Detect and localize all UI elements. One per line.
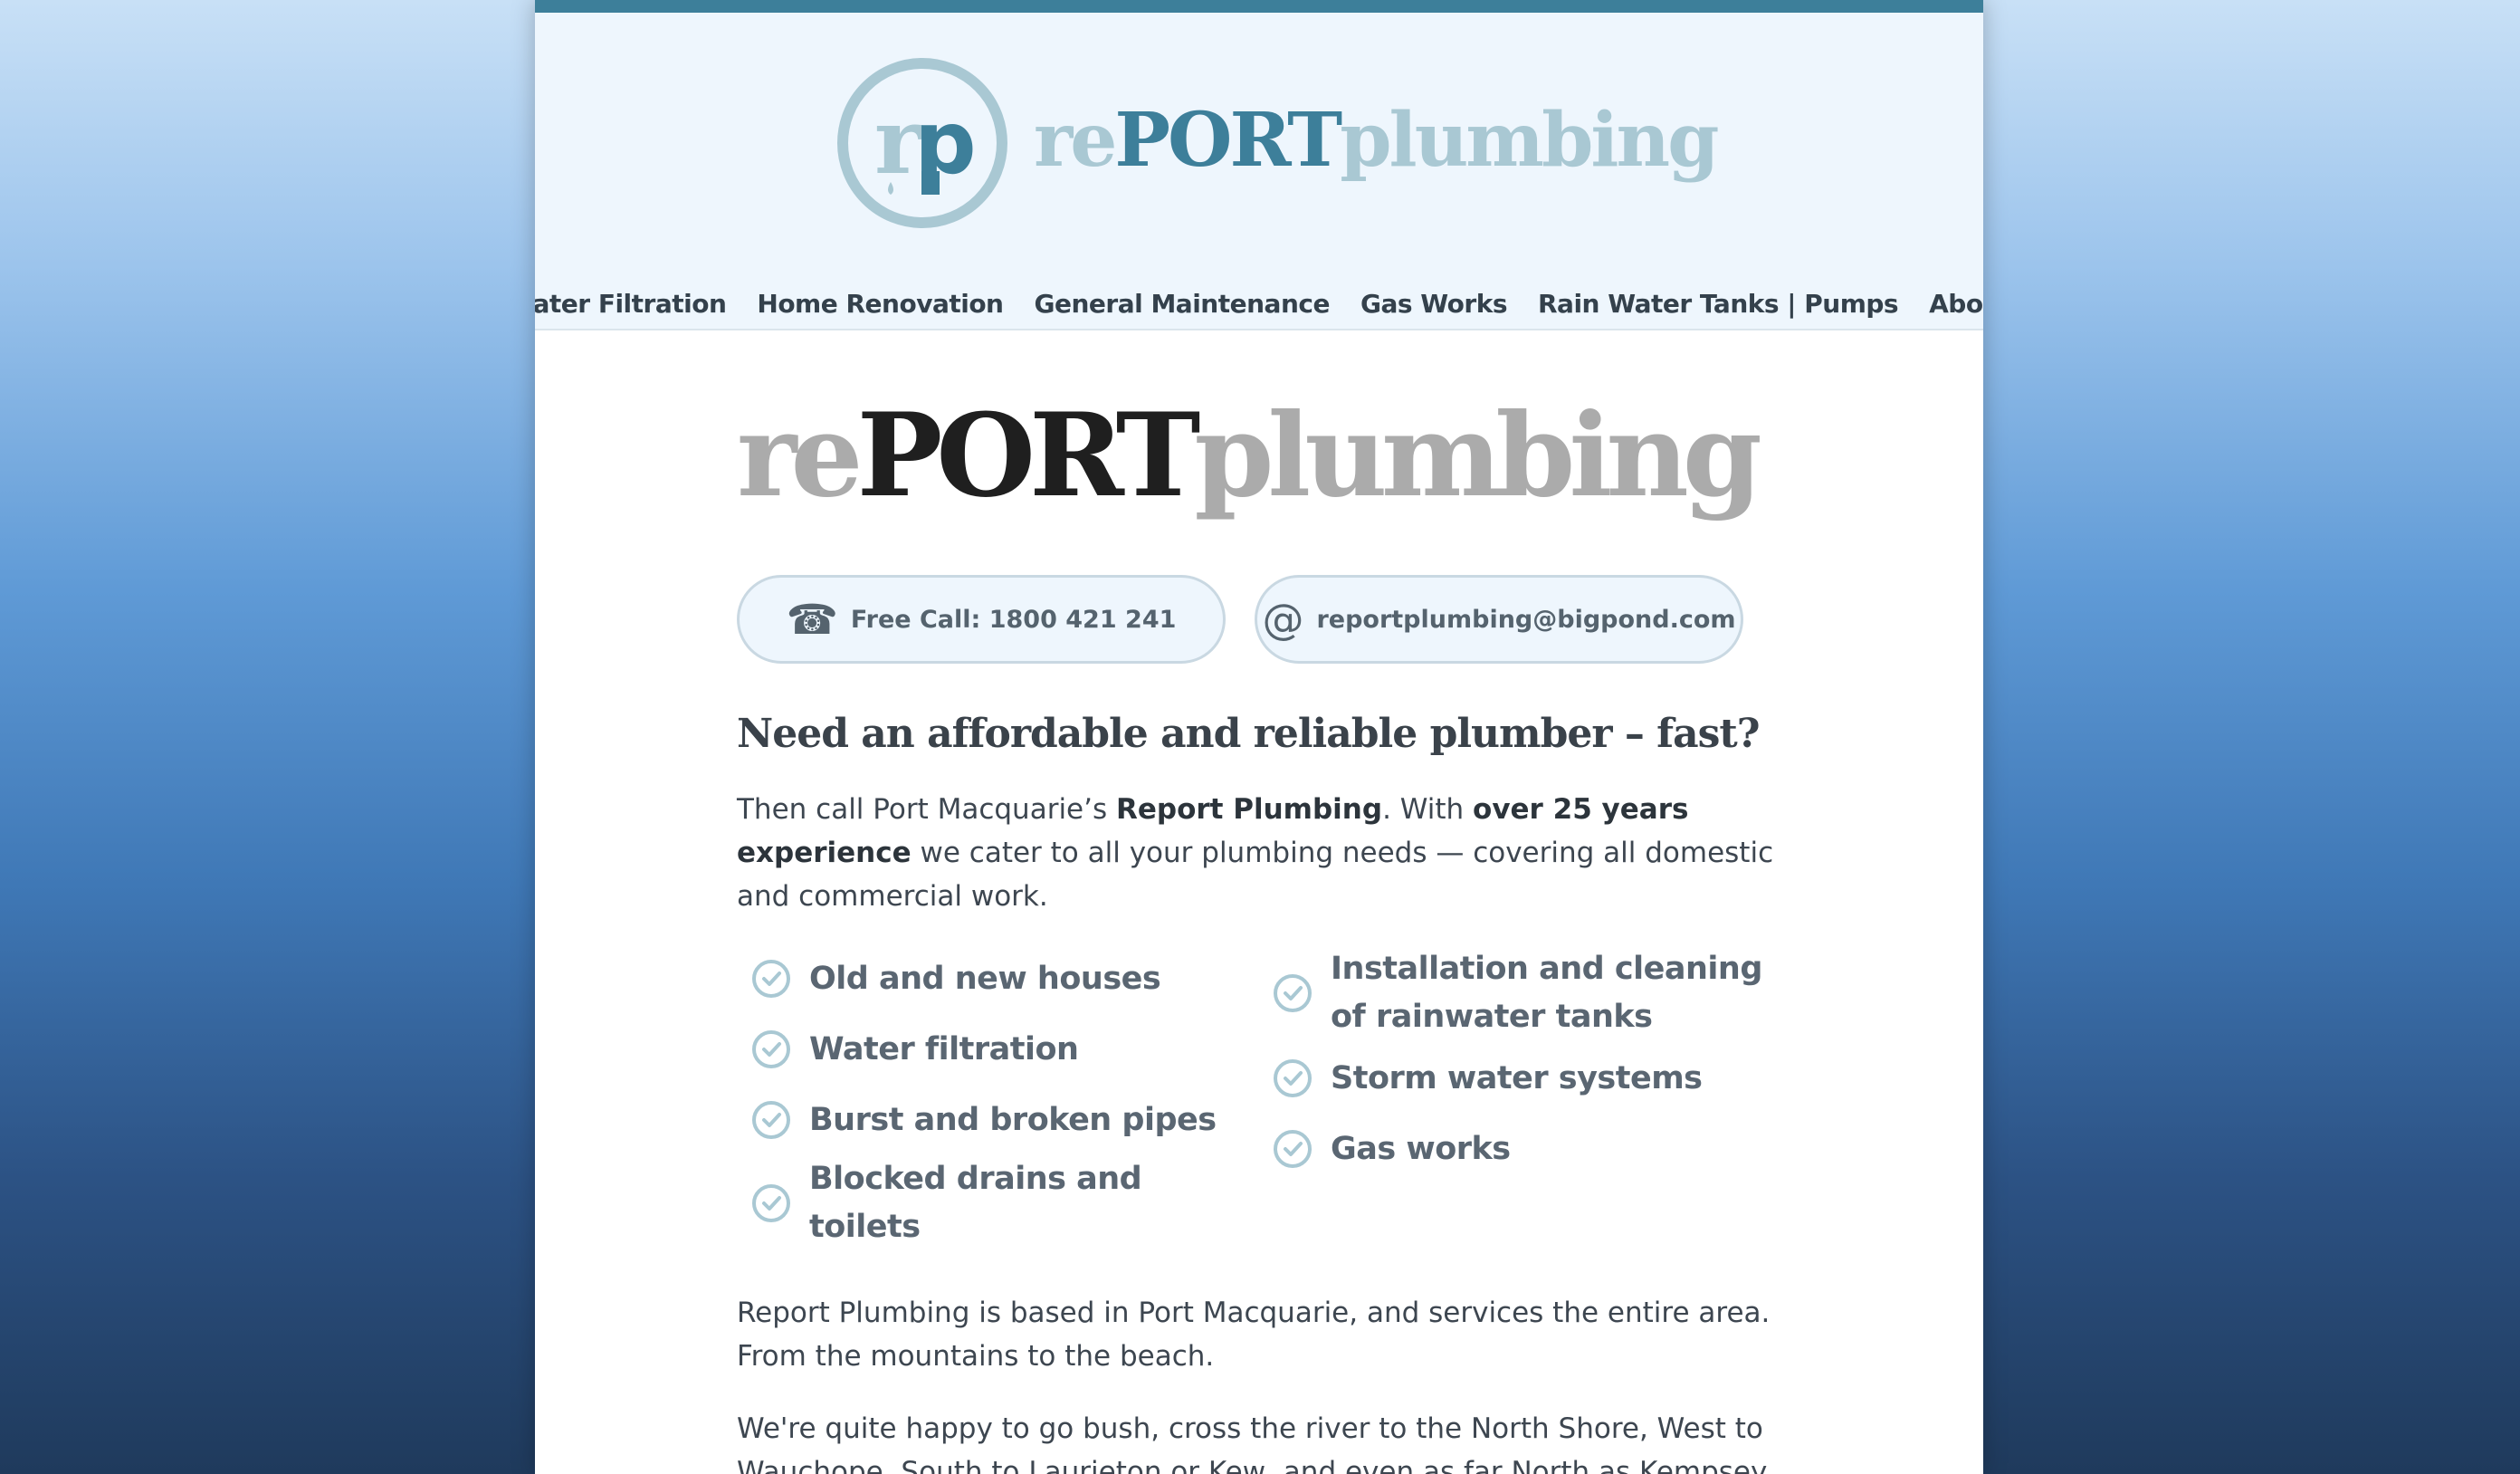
nav-item-home-renovation[interactable]: Home Renovation bbox=[757, 289, 1004, 319]
services-list: Old and new houses Water filtration Burs… bbox=[737, 943, 1787, 1251]
check-circle-icon bbox=[752, 1184, 790, 1222]
email-button[interactable]: @ reportplumbing@bigpond.com bbox=[1255, 575, 1743, 664]
nav-item-general-maintenance[interactable]: General Maintenance bbox=[1035, 289, 1331, 319]
logo-mark-icon: r p bbox=[837, 58, 1007, 228]
list-item: Old and new houses bbox=[737, 943, 1258, 1014]
list-item: Water filtration bbox=[737, 1014, 1258, 1085]
hero-title: rePORTplumbing bbox=[737, 388, 1762, 522]
call-button-label: Free Call: 1800 421 241 bbox=[850, 605, 1177, 634]
check-circle-icon bbox=[752, 1101, 790, 1139]
page: r p rePORTplumbing Water Filtration Home… bbox=[535, 0, 1983, 1474]
check-circle-icon bbox=[752, 960, 790, 998]
list-item: Installation and cleaning of rainwater t… bbox=[1258, 943, 1780, 1043]
nav-item-rain-water-tanks[interactable]: Rain Water Tanks | Pumps bbox=[1538, 289, 1899, 319]
nav-item-gas-works[interactable]: Gas Works bbox=[1360, 289, 1508, 319]
check-circle-icon bbox=[752, 1030, 790, 1068]
at-icon: @ bbox=[1262, 595, 1304, 644]
service-area-paragraph: Report Plumbing is based in Port Macquar… bbox=[737, 1297, 1771, 1373]
nav-item-water-filtration[interactable]: Water Filtration bbox=[535, 289, 727, 319]
call-button[interactable]: ☎ Free Call: 1800 421 241 bbox=[737, 575, 1226, 664]
check-circle-icon bbox=[1274, 1130, 1312, 1168]
main-content: rePORTplumbing ☎ Free Call: 1800 421 241… bbox=[737, 398, 1787, 1474]
travel-paragraph: We're quite happy to go bush, cross the … bbox=[737, 1412, 1772, 1474]
services-column-right: Installation and cleaning of rainwater t… bbox=[1258, 943, 1780, 1251]
logo-wordmark: rePORTplumbing bbox=[1034, 97, 1720, 184]
intro-paragraph: Then call Port Macquarie’s Report Plumbi… bbox=[737, 793, 1774, 913]
email-button-label: reportplumbing@bigpond.com bbox=[1316, 605, 1736, 634]
list-item: Blocked drains and toilets bbox=[737, 1155, 1258, 1251]
services-column-left: Old and new houses Water filtration Burs… bbox=[737, 943, 1258, 1251]
headline: Need an affordable and reliable plumber … bbox=[737, 711, 1760, 757]
main-nav: Water Filtration Home Renovation General… bbox=[535, 289, 1983, 319]
nav-item-about[interactable]: About bbox=[1929, 289, 1983, 319]
top-accent-bar bbox=[535, 0, 1983, 13]
contact-buttons: ☎ Free Call: 1800 421 241 @ reportplumbi… bbox=[737, 575, 1787, 664]
list-item: Burst and broken pipes bbox=[737, 1085, 1258, 1155]
check-circle-icon bbox=[1274, 974, 1312, 1012]
site-header: r p rePORTplumbing Water Filtration Home… bbox=[535, 13, 1983, 330]
site-logo[interactable]: r p rePORTplumbing bbox=[836, 57, 1720, 229]
list-item: Storm water systems bbox=[1258, 1043, 1780, 1114]
phone-icon: ☎ bbox=[786, 595, 838, 644]
list-item: Gas works bbox=[1258, 1114, 1780, 1184]
check-circle-icon bbox=[1274, 1059, 1312, 1097]
